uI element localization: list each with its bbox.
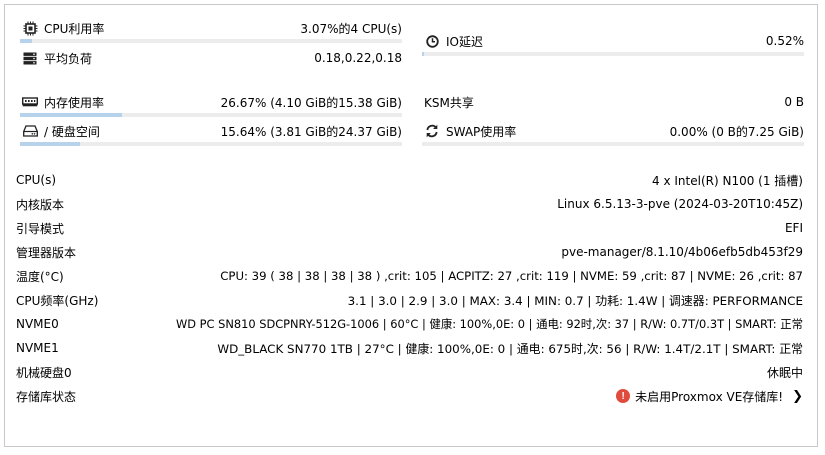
info-value: WD PC SN810 SDCPNRY-512G-1006 | 60°C | 健… <box>176 317 803 331</box>
memory-usage-label: 内存使用率 <box>44 95 105 110</box>
memory-usage-value: 26.67% (4.10 GiB的15.38 GiB) <box>220 95 402 110</box>
info-value: 4 x Intel(R) N100 (1 插槽) <box>652 173 803 188</box>
load-average-value: 0.18,0.22,0.18 <box>314 51 402 65</box>
info-value: pve-manager/8.1.10/4b06efb5db453f29 <box>561 245 803 259</box>
io-delay-value: 0.52% <box>765 34 804 48</box>
hdd-icon <box>22 124 38 138</box>
info-key: 引导模式 <box>16 221 65 236</box>
ksm-sharing-label: KSM共享 <box>424 95 474 110</box>
info-row-nvme1: NVME1 WD_BLACK SN770 1TB | 27°C | 健康: 10… <box>16 340 803 356</box>
io-delay-bar-fill <box>422 52 424 56</box>
info-row-cpus: CPU(s) 4 x Intel(R) N100 (1 插槽) <box>16 172 803 188</box>
root-disk-bar-fill <box>20 142 80 146</box>
io-delay-bar <box>422 52 804 56</box>
info-value: Linux 6.5.13-3-pve (2024-03-20T10:45Z) <box>557 197 803 211</box>
info-row-boot-mode: 引导模式 EFI <box>16 220 803 236</box>
memory-usage-row: 内存使用率 26.67% (4.10 GiB的15.38 GiB) <box>22 94 402 110</box>
info-key: 温度(°C) <box>16 269 64 284</box>
chevron-right-icon[interactable]: ❯ <box>792 389 803 404</box>
refresh-icon <box>424 124 440 138</box>
memory-usage-bar <box>20 113 402 117</box>
swap-usage-label: SWAP使用率 <box>446 124 517 139</box>
info-key: 内核版本 <box>16 197 65 212</box>
info-value: CPU: 39 ( 38 | 38 | 38 | 38 ) ,crit: 105… <box>220 269 803 283</box>
memory-icon <box>22 95 38 109</box>
info-row-manager-version: 管理器版本 pve-manager/8.1.10/4b06efb5db453f2… <box>16 244 803 260</box>
info-row-kernel: 内核版本 Linux 6.5.13-3-pve (2024-03-20T10:4… <box>16 196 803 212</box>
ksm-sharing-value: 0 B <box>784 95 804 109</box>
load-average-label: 平均负荷 <box>44 51 93 66</box>
info-key: CPU频率(GHz) <box>16 293 99 308</box>
root-disk-row: / 硬盘空间 15.64% (3.81 GiB的24.37 GiB) <box>22 123 402 139</box>
info-row-nvme0: NVME0 WD PC SN810 SDCPNRY-512G-1006 | 60… <box>16 316 803 332</box>
ksm-sharing-row: KSM共享 0 B <box>424 94 804 110</box>
info-value: EFI <box>784 221 803 235</box>
swap-usage-bar <box>422 142 804 146</box>
info-row-hdd0: 机械硬盘0 休眠中 <box>16 364 803 380</box>
info-value: 3.1 | 3.0 | 2.9 | 3.0 | MAX: 3.4 | MIN: … <box>347 293 803 308</box>
cpu-usage-row: CPU利用率 3.07%的4 CPU(s) <box>22 20 402 36</box>
memory-usage-bar-fill <box>20 113 122 117</box>
repository-status-link[interactable]: ! 未启用Proxmox VE存储库! ❯ <box>616 388 803 405</box>
io-delay-row: IO延迟 0.52% <box>424 33 804 49</box>
server-icon <box>22 51 38 65</box>
cpu-usage-value: 3.07%的4 CPU(s) <box>300 21 402 36</box>
info-key: 管理器版本 <box>16 245 77 260</box>
error-circle-icon: ! <box>616 389 631 403</box>
info-key: 存储库状态 <box>16 389 77 404</box>
swap-usage-row: SWAP使用率 0.00% (0 B的7.25 GiB) <box>424 123 804 139</box>
cpu-chip-icon <box>22 21 38 35</box>
info-row-cpu-frequency: CPU频率(GHz) 3.1 | 3.0 | 2.9 | 3.0 | MAX: … <box>16 292 803 308</box>
info-key: CPU(s) <box>16 173 57 187</box>
info-value: WD_BLACK SN770 1TB | 27°C | 健康: 100%,0E:… <box>217 341 803 356</box>
io-delay-label: IO延迟 <box>446 34 483 49</box>
swap-usage-value: 0.00% (0 B的7.25 GiB) <box>669 124 804 139</box>
root-disk-label: / 硬盘空间 <box>44 124 100 139</box>
info-value: 休眠中 <box>766 365 803 380</box>
info-key: NVME0 <box>16 317 59 331</box>
root-disk-value: 15.64% (3.81 GiB的24.37 GiB) <box>220 124 402 139</box>
info-key: 机械硬盘0 <box>16 365 72 380</box>
cpu-usage-bar-fill <box>20 39 32 43</box>
info-row-repository-status: 存储库状态 ! 未启用Proxmox VE存储库! ❯ <box>16 388 803 404</box>
repository-status-value: 未启用Proxmox VE存储库! <box>635 389 784 404</box>
load-average-row: 平均负荷 0.18,0.22,0.18 <box>22 50 402 66</box>
root-disk-bar <box>20 142 402 146</box>
info-row-temperature: 温度(°C) CPU: 39 ( 38 | 38 | 38 | 38 ) ,cr… <box>16 268 803 284</box>
info-key: NVME1 <box>16 341 59 355</box>
cpu-usage-label: CPU利用率 <box>44 21 105 36</box>
clock-icon <box>424 34 440 48</box>
cpu-usage-bar <box>20 39 402 43</box>
